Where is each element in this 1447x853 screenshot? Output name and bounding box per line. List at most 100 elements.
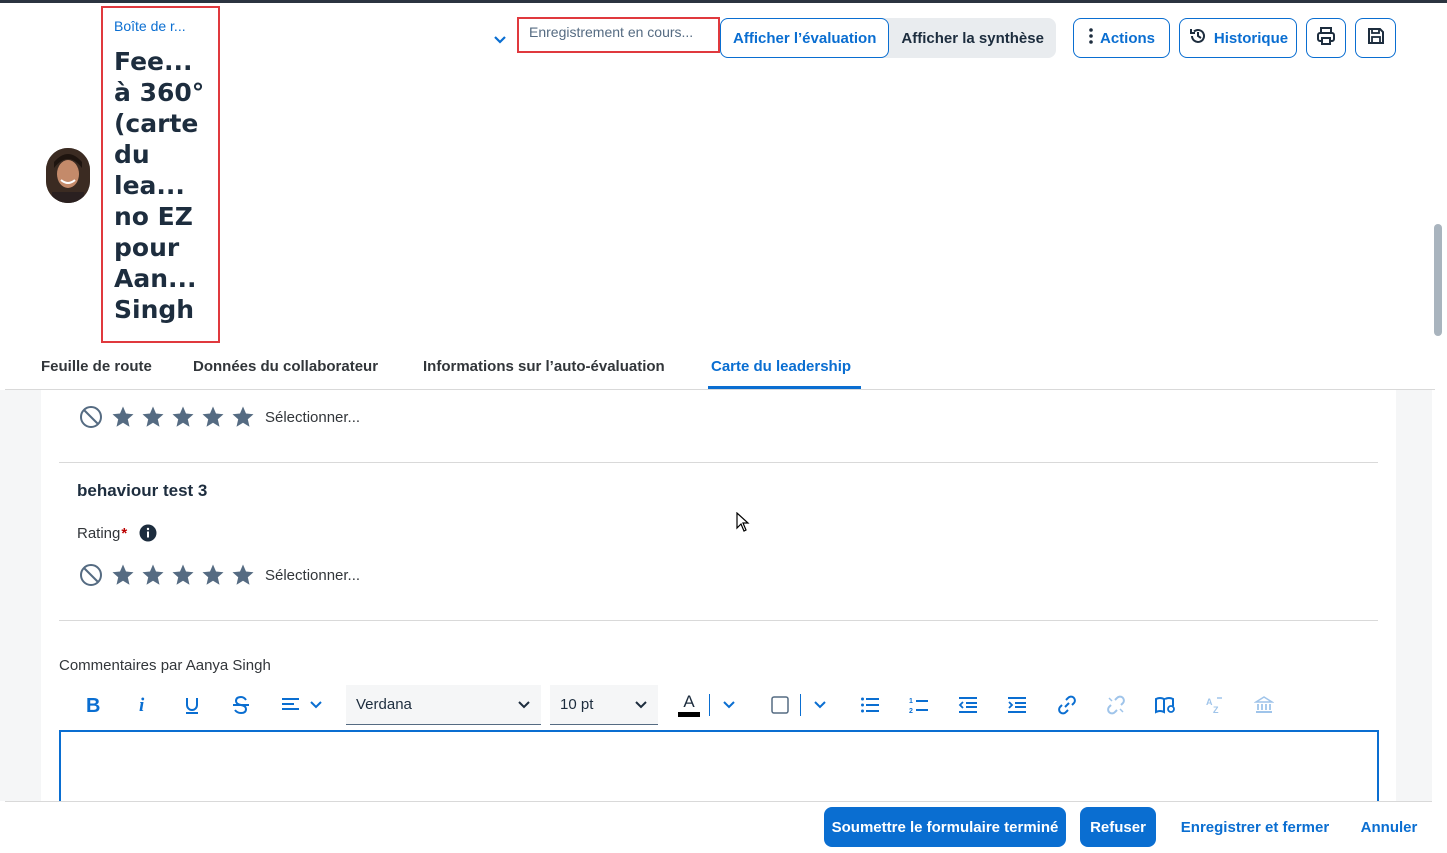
mouse-cursor-icon [736, 511, 750, 532]
bold-icon[interactable]: B [79, 684, 107, 726]
actions-label: Actions [1099, 29, 1155, 47]
font-family-select[interactable]: Verdana [346, 685, 541, 725]
star-icon[interactable] [141, 405, 165, 429]
print-icon [1316, 26, 1336, 50]
chevron-down-icon [518, 700, 530, 708]
print-button[interactable] [1306, 18, 1346, 58]
chevron-down-icon [635, 700, 647, 708]
title-line: Fee... [114, 47, 193, 76]
star-icon[interactable] [201, 563, 225, 587]
text-color-dropdown[interactable] [719, 684, 739, 726]
chevron-down-icon [310, 701, 322, 709]
link-icon[interactable] [1053, 684, 1081, 726]
rating-control-previous: Sélectionner... [79, 404, 360, 430]
font-family-value: Verdana [356, 696, 412, 713]
form-card: Sélectionner... behaviour test 3 Rating … [41, 390, 1396, 801]
tab-leadership-card[interactable]: Carte du leadership [711, 358, 851, 375]
star-icon[interactable] [111, 563, 135, 587]
svg-text:2: 2 [909, 708, 913, 714]
svg-text:i: i [139, 695, 145, 715]
title-line: à 360° [114, 78, 205, 107]
star-icon[interactable] [201, 405, 225, 429]
comment-editor[interactable] [59, 730, 1379, 801]
rating-label-text: Rating [77, 524, 121, 542]
svg-text:Z: Z [1213, 705, 1219, 715]
star-icon[interactable] [111, 405, 135, 429]
form-content: Sélectionner... behaviour test 3 Rating … [0, 390, 1432, 801]
institution-icon[interactable] [1250, 684, 1278, 726]
svg-text:1: 1 [909, 698, 913, 705]
show-evaluation-button[interactable]: Afficher l’évaluation [720, 18, 890, 58]
strikethrough-icon[interactable] [227, 684, 255, 726]
font-size-select[interactable]: 10 pt [550, 685, 658, 725]
rating-control-behaviour: Sélectionner... [79, 562, 360, 588]
required-mark: * [121, 524, 128, 542]
save-icon [1366, 26, 1386, 50]
align-dropdown[interactable] [277, 684, 327, 726]
history-button[interactable]: Historique [1179, 18, 1297, 58]
submit-form-button[interactable]: Soumettre le formulaire terminé [824, 807, 1066, 847]
avatar[interactable] [46, 148, 90, 203]
title-line: (carte [114, 109, 199, 138]
title-line: Singh [114, 295, 195, 324]
rating-label: Rating * [77, 524, 157, 542]
section-divider [59, 462, 1378, 463]
footer-bar: Soumettre le formulaire terminé Refuser … [5, 801, 1432, 853]
svg-text:B: B [86, 695, 100, 715]
title-line: Aan... [114, 264, 197, 293]
text-color-swatch [678, 711, 700, 717]
sort-az-icon[interactable]: AZ [1201, 684, 1229, 726]
background-color-dropdown[interactable] [810, 684, 830, 726]
clear-rating-icon[interactable] [79, 563, 103, 587]
bullet-list-icon[interactable] [856, 684, 884, 726]
chevron-down-icon [814, 701, 826, 709]
view-toggle: Afficher l’évaluation Afficher la synthè… [720, 18, 1056, 58]
tab-self-evaluation-info[interactable]: Informations sur l’auto-évaluation [423, 358, 665, 375]
comments-label: Commentaires par Aanya Singh [59, 657, 271, 674]
svg-text:A: A [1206, 697, 1213, 707]
indent-icon[interactable] [1003, 684, 1031, 726]
behaviour-title: behaviour test 3 [77, 481, 208, 500]
star-icon[interactable] [231, 405, 255, 429]
star-icon[interactable] [171, 563, 195, 587]
text-color-glyph: A [683, 691, 695, 711]
chevron-down-icon[interactable] [491, 31, 509, 49]
more-vertical-icon [1088, 26, 1094, 50]
scrollbar-thumb[interactable] [1434, 224, 1442, 336]
history-icon [1188, 26, 1208, 50]
active-tab-indicator [708, 386, 861, 389]
outdent-icon[interactable] [954, 684, 982, 726]
history-label: Historique [1213, 29, 1289, 47]
background-color-icon[interactable] [766, 684, 794, 726]
italic-icon[interactable]: i [129, 684, 157, 726]
save-and-close-button[interactable]: Enregistrer et fermer [1172, 807, 1338, 847]
actions-button[interactable]: Actions [1073, 18, 1170, 58]
unlink-icon[interactable] [1102, 684, 1130, 726]
clear-rating-icon[interactable] [79, 405, 103, 429]
toolbar-separator [709, 694, 710, 716]
title-line: no EZ [114, 202, 193, 231]
cancel-button[interactable]: Annuler [1352, 807, 1426, 847]
title-highlight: Boîte de r... Fee... à 360° (carte du le… [101, 6, 220, 343]
align-left-icon [282, 698, 299, 710]
tab-employee-data[interactable]: Données du collaborateur [193, 358, 378, 375]
section-divider [59, 620, 1378, 621]
refuse-button[interactable]: Refuser [1080, 807, 1156, 847]
numbered-list-icon[interactable]: 12 [905, 684, 933, 726]
toolbar-separator [800, 694, 801, 716]
page-title: Fee... à 360° (carte du lea... no EZ pou… [114, 46, 208, 325]
underline-icon[interactable] [178, 684, 206, 726]
text-color-icon[interactable]: A [675, 684, 703, 726]
save-button[interactable] [1355, 18, 1396, 58]
star-icon[interactable] [141, 563, 165, 587]
star-icon[interactable] [231, 563, 255, 587]
title-line: pour [114, 233, 180, 262]
dictionary-icon[interactable] [1151, 684, 1179, 726]
show-summary-button[interactable]: Afficher la synthèse [889, 18, 1056, 58]
rich-text-toolbar: B i Verdana 10 pt A 1 2 A Z [59, 684, 1379, 726]
info-icon[interactable] [139, 524, 157, 542]
saving-status: Enregistrement en cours... [517, 17, 720, 53]
tab-roadmap[interactable]: Feuille de route [41, 358, 152, 375]
star-icon[interactable] [171, 405, 195, 429]
breadcrumb[interactable]: Boîte de r... [114, 18, 208, 34]
